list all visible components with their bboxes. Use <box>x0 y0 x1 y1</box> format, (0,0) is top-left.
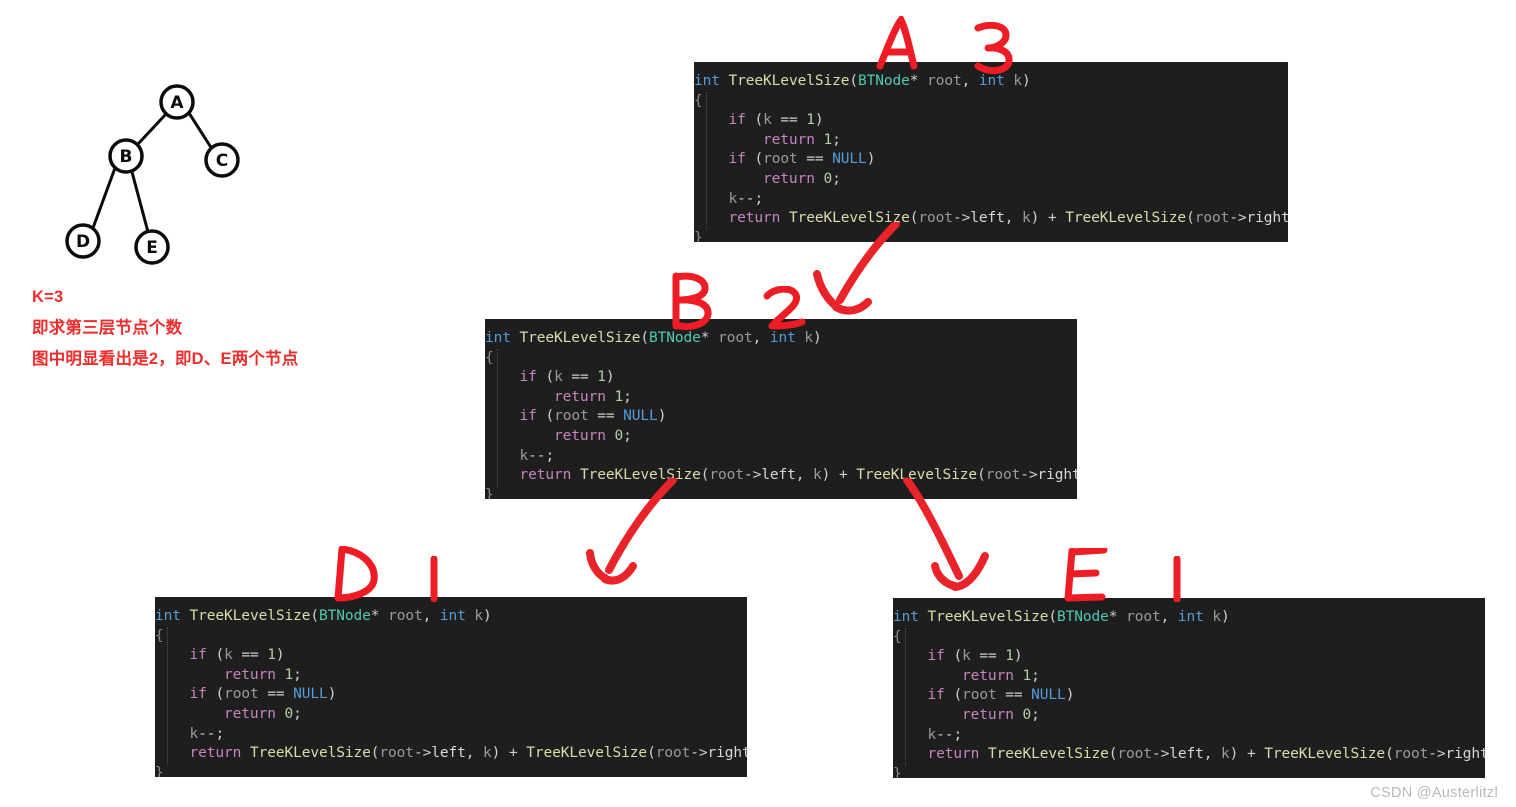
caption-line-level: 即求第三层节点个数 <box>32 319 183 337</box>
tree-edge-b-d <box>91 167 117 229</box>
code-block-call-d: int TreeKLevelSize(BTNode* root, int k) … <box>155 597 747 777</box>
page-root: A B C D E K=3 即求第三层节点个数 图中明显看出是2，即D、E两个节… <box>0 0 1516 807</box>
caption-block: K=3 即求第三层节点个数 图中明显看出是2，即D、E两个节点 <box>32 282 452 375</box>
arrow-head-left <box>586 549 609 582</box>
tree-edge-a-c <box>187 112 214 150</box>
indent-guide <box>497 349 499 488</box>
indent-guide <box>167 627 169 766</box>
tree-edge-a-b <box>136 112 168 146</box>
code-listing: int TreeKLevelSize(BTNode* root, int k) … <box>485 330 1077 499</box>
tree-edge-b-e <box>130 171 150 233</box>
code-listing: int TreeKLevelSize(BTNode* root, int k) … <box>155 608 747 777</box>
code-listing: int TreeKLevelSize(BTNode* root, int k) … <box>893 609 1485 778</box>
csdn-watermark: CSDN @Austerlitzl <box>1370 785 1498 801</box>
indent-guide <box>706 92 708 231</box>
caption-line-k: K=3 <box>32 288 64 306</box>
tree-node-label-b: B <box>120 147 133 167</box>
tree-node-label-a: A <box>170 93 184 113</box>
caption-line-answer: 图中明显看出是2，即D、E两个节点 <box>32 350 299 368</box>
tree-edges <box>91 112 214 233</box>
arrow-b-to-d <box>586 478 677 585</box>
tree-node-label-d: D <box>76 232 90 252</box>
tree-node-label-e: E <box>146 238 158 258</box>
indent-guide <box>905 628 907 767</box>
arrow-shaft <box>605 478 677 574</box>
arrow-head-left <box>813 270 840 310</box>
arrow-shaft <box>903 478 963 580</box>
code-listing: int TreeKLevelSize(BTNode* root, int k) … <box>694 73 1288 242</box>
binary-tree-diagram: A B C D E <box>62 80 242 265</box>
tree-node-label-c: C <box>216 151 228 171</box>
arrow-b-to-e <box>903 478 989 591</box>
arrow-a-to-b <box>813 222 900 315</box>
arrow-shaft <box>836 222 900 304</box>
code-block-call-b: int TreeKLevelSize(BTNode* root, int k) … <box>485 319 1077 499</box>
code-block-call-a: int TreeKLevelSize(BTNode* root, int k) … <box>694 62 1288 242</box>
tree-nodes <box>65 84 240 265</box>
code-block-call-e: int TreeKLevelSize(BTNode* root, int k) … <box>893 598 1485 778</box>
